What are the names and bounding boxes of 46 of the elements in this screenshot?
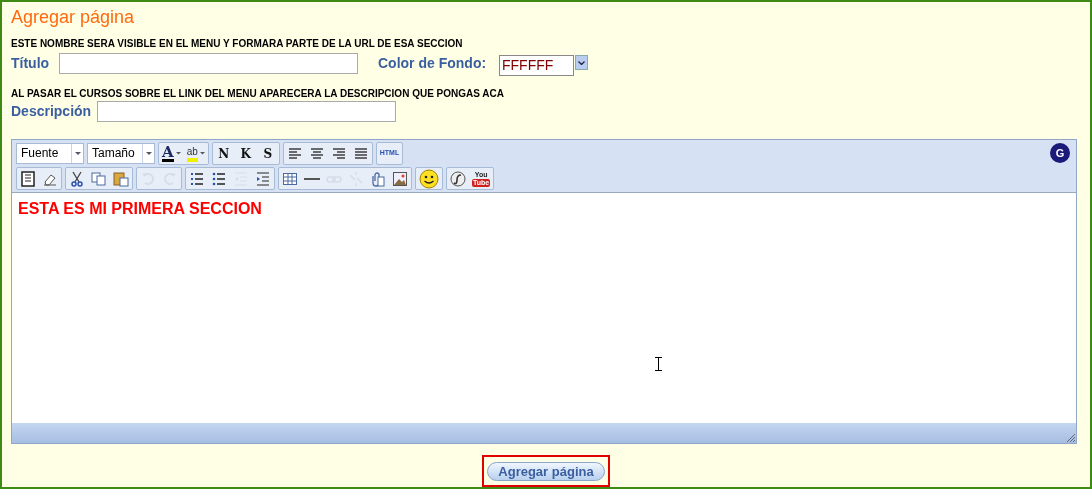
hint-text: ESTE NOMBRE SERA VISIBLE EN EL MENU Y FORMARA PARTE DE LA URL DE ESA SECCION — [11, 37, 464, 51]
clipboard-icon — [113, 170, 129, 187]
editor-area[interactable]: ESTA ES MI PRIMERA SECCION — [12, 192, 1076, 423]
user-badge[interactable]: G — [1050, 143, 1070, 163]
dropdown-button[interactable] — [575, 55, 588, 70]
copy-icon — [91, 170, 107, 187]
flash-player-icon — [450, 170, 466, 187]
color-input[interactable]: FFFFFF — [499, 55, 574, 76]
format-button[interactable]: S — [256, 143, 279, 164]
bullet-list-icon — [211, 170, 227, 187]
dropdown-select[interactable]: Fuente — [16, 143, 84, 164]
text-cursor-icon — [655, 357, 662, 371]
smiley-icon — [419, 168, 439, 189]
image-icon — [392, 170, 408, 187]
editor-content: ESTA ES MI PRIMERA SECCION — [18, 199, 263, 219]
title-input[interactable] — [59, 53, 358, 74]
scissors-icon — [69, 170, 85, 187]
caret-icon — [145, 152, 152, 155]
chevron-down-icon — [578, 60, 585, 65]
caret-icon — [175, 152, 181, 155]
resize-grip-icon[interactable] — [1066, 433, 1076, 443]
align-right-icon — [330, 145, 347, 162]
table-icon — [282, 170, 298, 187]
text-color-button[interactable]: A — [159, 143, 184, 164]
field-label: Color de Fondo: — [378, 54, 488, 73]
submit-button[interactable]: Agregar página — [487, 462, 605, 481]
align-left-icon — [286, 145, 303, 162]
paperclip-icon — [370, 170, 386, 187]
smiley-button[interactable] — [416, 168, 442, 189]
format-button[interactable]: N — [212, 143, 235, 164]
align-center-icon — [308, 145, 325, 162]
dropdown-select[interactable]: Tamaño — [87, 143, 155, 164]
highlight-button[interactable]: ab — [183, 143, 208, 164]
field-label: Título — [11, 54, 51, 73]
horizontal-rule-icon — [304, 177, 320, 180]
description-input[interactable] — [97, 101, 396, 122]
hint-text: AL PASAR EL CURSOS SOBRE EL LINK DEL MENU APARECERA LA DESCRIPCION QUE PONGAS ACA — [11, 87, 505, 101]
caret-icon — [199, 152, 205, 155]
caret-icon — [74, 152, 81, 155]
document-icon — [20, 170, 36, 187]
flash-button[interactable] — [447, 168, 469, 189]
indent-icon — [255, 170, 271, 187]
format-button[interactable]: K — [234, 143, 257, 164]
page-title: Agregar página — [11, 6, 136, 29]
justify-icon — [352, 145, 369, 162]
field-label: Descripción — [11, 102, 93, 121]
